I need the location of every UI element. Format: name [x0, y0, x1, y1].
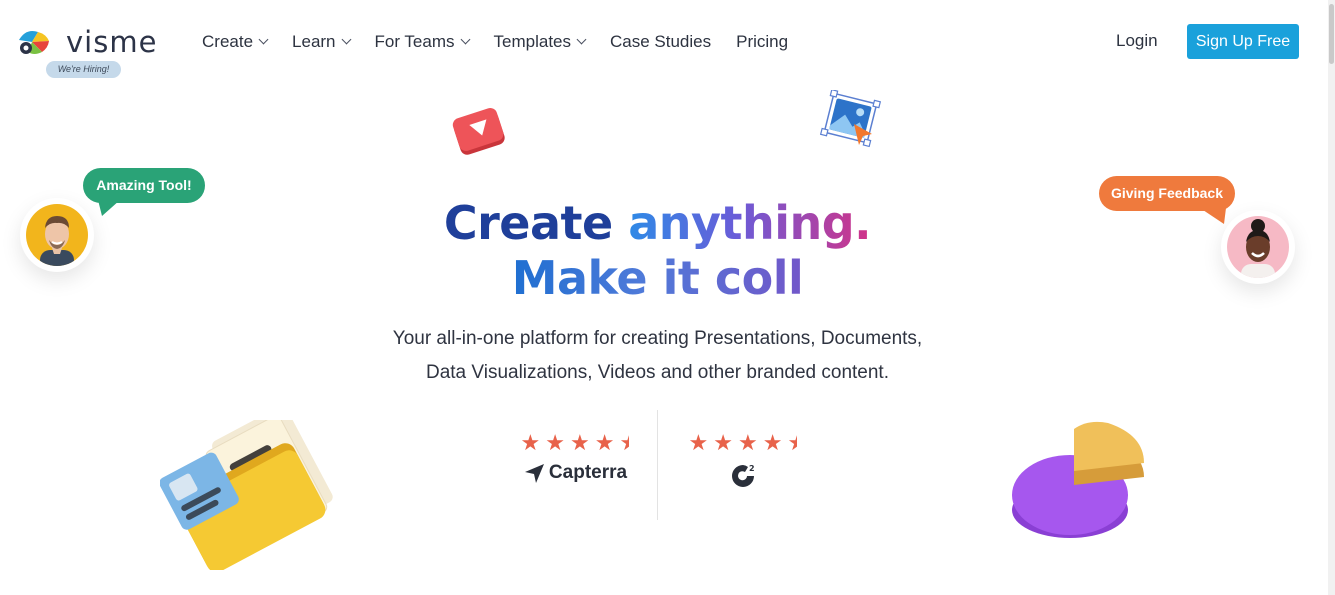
nav-item-create[interactable]: Create — [202, 32, 269, 52]
g2-logo-icon: 2 — [732, 464, 755, 487]
ratings-divider — [657, 410, 658, 520]
hiring-badge[interactable]: We're Hiring! — [46, 61, 121, 78]
nav-item-for-teams[interactable]: For Teams — [374, 32, 470, 52]
svg-text:2: 2 — [749, 464, 755, 473]
capterra-logo: Capterra — [523, 462, 627, 484]
star-rating: ★★★★★ — [688, 430, 798, 455]
nav-item-learn[interactable]: Learn — [292, 32, 351, 52]
pie-chart-illustration — [1012, 421, 1144, 538]
chevron-down-icon — [258, 34, 269, 45]
headline-word-create: Create — [443, 196, 613, 250]
g2-rating[interactable]: ★★★★★ 2 — [668, 430, 818, 497]
folder-illustration — [160, 420, 333, 570]
scrollbar-thumb[interactable] — [1329, 4, 1334, 64]
nav-label: Learn — [292, 32, 336, 51]
main-nav: Create Learn For Teams Templates Case St… — [202, 29, 813, 55]
nav-label: Case Studies — [610, 32, 712, 51]
hero-headline: Create anything. Make it coll — [0, 196, 1315, 306]
g2-logo: 2 — [668, 462, 818, 497]
visme-logo-icon — [19, 31, 49, 54]
login-link[interactable]: Login — [1116, 31, 1158, 51]
capterra-label: Capterra — [548, 462, 628, 483]
nav-label: Pricing — [736, 32, 789, 51]
video-play-icon — [452, 108, 505, 155]
capterra-arrow-icon — [524, 464, 544, 483]
image-cursor-icon — [819, 90, 882, 148]
hero-subtitle: Your all-in-one platform for creating Pr… — [0, 322, 1315, 390]
site-header: visme We're Hiring! Create Learn For Tea… — [0, 0, 1328, 84]
nav-label: Create — [202, 32, 254, 51]
nav-item-pricing[interactable]: Pricing — [736, 32, 788, 52]
visme-logo[interactable]: visme We're Hiring! — [16, 24, 176, 80]
visme-wordmark: visme — [66, 25, 158, 59]
headline-word-anything: anything. — [628, 196, 872, 250]
chevron-down-icon — [341, 34, 351, 45]
ratings-section: ★★★★★ Capterra ★★★★★ 2 — [500, 410, 830, 522]
nav-label: Templates — [493, 32, 571, 51]
chevron-down-icon — [460, 34, 470, 45]
nav-label: For Teams — [374, 32, 455, 51]
headline-line-2: Make it coll — [511, 251, 804, 305]
subtitle-line: Data Visualizations, Videos and other br… — [425, 362, 889, 383]
page-scrollbar[interactable] — [1328, 0, 1335, 595]
chevron-down-icon — [576, 34, 587, 45]
nav-item-templates[interactable]: Templates — [493, 32, 587, 52]
nav-item-case-studies[interactable]: Case Studies — [610, 32, 711, 52]
capterra-rating[interactable]: ★★★★★ Capterra — [500, 430, 650, 489]
star-rating: ★★★★★ — [520, 430, 630, 455]
subtitle-line: Your all-in-one platform for creating Pr… — [392, 328, 923, 349]
signup-button[interactable]: Sign Up Free — [1187, 24, 1299, 59]
